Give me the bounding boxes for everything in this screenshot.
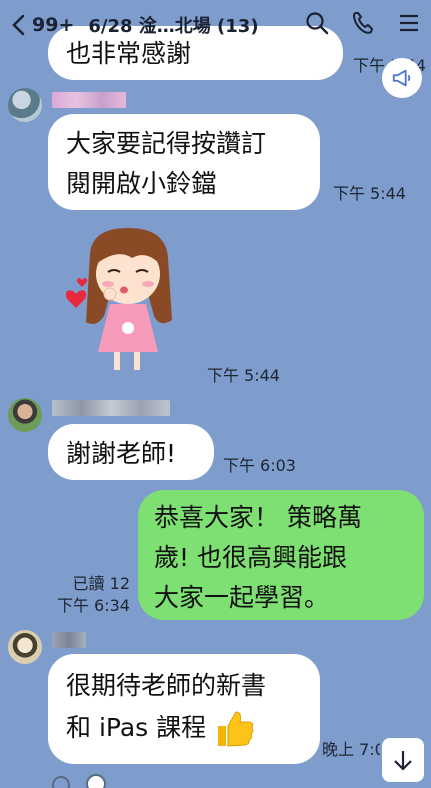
thumbs-up-icon — [212, 706, 256, 750]
sticker-girl-kiss[interactable] — [62, 224, 192, 376]
announcement-button[interactable] — [382, 58, 422, 98]
arrow-down-icon — [394, 751, 412, 771]
menu-icon[interactable] — [397, 10, 421, 36]
chevron-left-icon — [12, 14, 25, 36]
message-time: 晚上 7:0 — [322, 740, 380, 759]
message-time: 下午 6:03 — [222, 456, 296, 475]
message-text-line: 和 iPas 課程 — [66, 713, 207, 742]
unread-count: 99+ — [32, 14, 75, 36]
avatar[interactable] — [8, 88, 42, 122]
back-button[interactable]: 99+ — [10, 14, 74, 36]
message-bubble-outgoing[interactable]: 恭喜大家！ 策略萬 歲! 也很高興能跟 大家一起學習。 — [138, 490, 424, 620]
sender-name-blurred — [52, 400, 170, 416]
chat-header: 99+ 6/28 淦…北場 (13) — [0, 0, 431, 50]
emoji-icon[interactable] — [52, 776, 70, 788]
avatar[interactable] — [8, 398, 42, 432]
message-text-line: 大家一起學習。 — [154, 583, 330, 612]
message-bubble[interactable]: 謝謝老師! — [48, 424, 214, 480]
megaphone-icon — [392, 69, 411, 87]
message-text: 謝謝老師! — [66, 439, 177, 468]
sender-name-blurred — [52, 632, 86, 648]
message-bubble[interactable]: 大家要記得按讚訂 閱開啟小鈴鐺 — [48, 114, 320, 210]
message-time: 下午 6:34 — [56, 596, 130, 615]
message-text-line: 大家要記得按讚訂 — [66, 129, 267, 158]
phone-icon[interactable] — [351, 10, 375, 36]
message-bubble[interactable]: 很期待老師的新書 和 iPas 課程 — [48, 654, 320, 764]
message-text-line: 很期待老師的新書 — [66, 671, 267, 700]
message-text-line: 恭喜大家！ 策略萬 — [154, 503, 362, 532]
read-receipt: 已讀 12 — [72, 574, 130, 593]
sticker-icon[interactable] — [86, 774, 106, 788]
search-icon[interactable] — [305, 10, 329, 36]
sender-name-blurred — [52, 92, 126, 108]
message-time: 下午 5:44 — [206, 366, 280, 385]
message-text-line: 歲! 也很高興能跟 — [154, 543, 347, 572]
message-time: 下午 5:44 — [332, 184, 406, 203]
scroll-to-bottom-button[interactable] — [382, 738, 424, 782]
message-text-line: 閱開啟小鈴鐺 — [66, 169, 217, 198]
avatar[interactable] — [8, 630, 42, 664]
chat-title[interactable]: 6/28 淦…北場 (13) — [88, 12, 258, 38]
